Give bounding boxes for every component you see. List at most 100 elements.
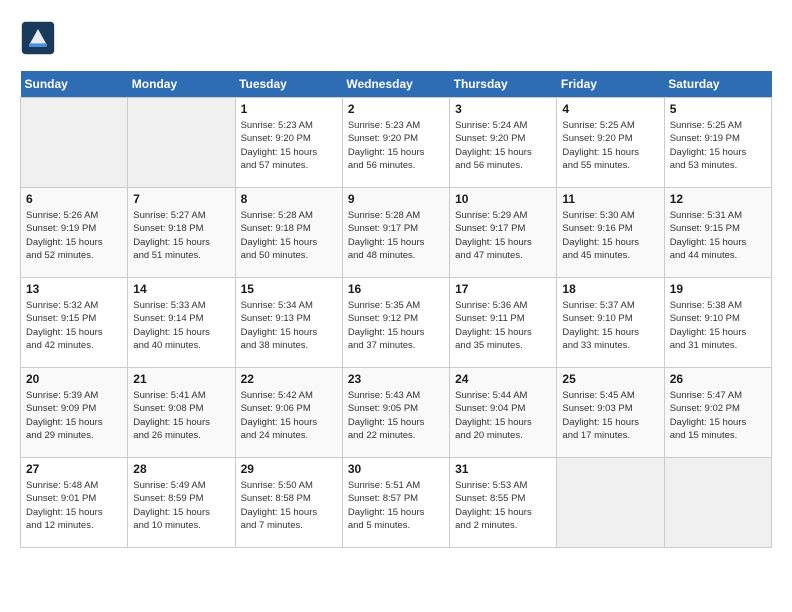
logo-icon xyxy=(20,20,56,56)
calendar-cell: 20 Sunrise: 5:39 AM Sunset: 9:09 PM Dayli… xyxy=(21,368,128,458)
day-number: 21 xyxy=(133,372,229,386)
day-info: Sunrise: 5:41 AM Sunset: 9:08 PM Dayligh… xyxy=(133,389,229,442)
day-info: Sunrise: 5:34 AM Sunset: 9:13 PM Dayligh… xyxy=(241,299,337,352)
calendar-cell: 8Sunrise: 5:28 AM Sunset: 9:18 PM Daylig… xyxy=(235,188,342,278)
day-number: 30 xyxy=(348,462,444,476)
calendar-cell: 23Sunrise: 5:43 AM Sunset: 9:05 PM Dayli… xyxy=(342,368,449,458)
day-info: Sunrise: 5:27 AM Sunset: 9:18 PM Dayligh… xyxy=(133,209,229,262)
weekday-monday: Monday xyxy=(128,71,235,98)
calendar-cell: 28Sunrise: 5:49 AM Sunset: 8:59 PM Dayli… xyxy=(128,458,235,548)
weekday-thursday: Thursday xyxy=(450,71,557,98)
day-number: 29 xyxy=(241,462,337,476)
day-number: 17 xyxy=(455,282,551,296)
day-info: Sunrise: 5:39 AM Sunset: 9:09 PM Dayligh… xyxy=(26,389,122,442)
calendar-cell: 10 Sunrise: 5:29 AM Sunset: 9:17 PM Dayli… xyxy=(450,188,557,278)
day-number: 26 xyxy=(670,372,766,386)
day-number: 13 xyxy=(26,282,122,296)
calendar-cell: 15Sunrise: 5:34 AM Sunset: 9:13 PM Dayli… xyxy=(235,278,342,368)
day-number: 10 xyxy=(455,192,551,206)
day-info: Sunrise: 5:28 AM Sunset: 9:17 PM Dayligh… xyxy=(348,209,444,262)
calendar-table: SundayMondayTuesdayWednesdayThursdayFrid… xyxy=(20,71,772,548)
calendar-cell: 24Sunrise: 5:44 AM Sunset: 9:04 PM Dayli… xyxy=(450,368,557,458)
calendar-cell: 18 Sunrise: 5:37 AM Sunset: 9:10 PM Dayli… xyxy=(557,278,664,368)
calendar-cell: 11 Sunrise: 5:30 AM Sunset: 9:16 PM Dayli… xyxy=(557,188,664,278)
calendar-cell: 29Sunrise: 5:50 AM Sunset: 8:58 PM Dayli… xyxy=(235,458,342,548)
day-info: Sunrise: 5:42 AM Sunset: 9:06 PM Dayligh… xyxy=(241,389,337,442)
calendar-cell: 19 Sunrise: 5:38 AM Sunset: 9:10 PM Dayli… xyxy=(664,278,771,368)
day-info: Sunrise: 5:45 AM Sunset: 9:03 PM Dayligh… xyxy=(562,389,658,442)
calendar-week-4: 20 Sunrise: 5:39 AM Sunset: 9:09 PM Dayli… xyxy=(21,368,772,458)
day-number: 19 xyxy=(670,282,766,296)
day-number: 20 xyxy=(26,372,122,386)
calendar-cell xyxy=(664,458,771,548)
day-number: 31 xyxy=(455,462,551,476)
calendar-cell: 2 Sunrise: 5:23 AM Sunset: 9:20 PM Daylig… xyxy=(342,98,449,188)
day-info: Sunrise: 5:53 AM Sunset: 8:55 PM Dayligh… xyxy=(455,479,551,532)
day-number: 9 xyxy=(348,192,444,206)
day-info: Sunrise: 5:49 AM Sunset: 8:59 PM Dayligh… xyxy=(133,479,229,532)
weekday-header-row: SundayMondayTuesdayWednesdayThursdayFrid… xyxy=(21,71,772,98)
day-number: 18 xyxy=(562,282,658,296)
logo xyxy=(20,20,62,56)
day-number: 12 xyxy=(670,192,766,206)
day-info: Sunrise: 5:43 AM Sunset: 9:05 PM Dayligh… xyxy=(348,389,444,442)
day-number: 22 xyxy=(241,372,337,386)
day-number: 25 xyxy=(562,372,658,386)
day-number: 3 xyxy=(455,102,551,116)
day-info: Sunrise: 5:29 AM Sunset: 9:17 PM Dayligh… xyxy=(455,209,551,262)
day-info: Sunrise: 5:51 AM Sunset: 8:57 PM Dayligh… xyxy=(348,479,444,532)
day-number: 16 xyxy=(348,282,444,296)
calendar-cell: 30 Sunrise: 5:51 AM Sunset: 8:57 PM Dayli… xyxy=(342,458,449,548)
day-number: 1 xyxy=(241,102,337,116)
calendar-cell: 17Sunrise: 5:36 AM Sunset: 9:11 PM Dayli… xyxy=(450,278,557,368)
calendar-cell xyxy=(128,98,235,188)
calendar-cell xyxy=(557,458,664,548)
calendar-header: SundayMondayTuesdayWednesdayThursdayFrid… xyxy=(21,71,772,98)
day-number: 24 xyxy=(455,372,551,386)
calendar-week-2: 6 Sunrise: 5:26 AM Sunset: 9:19 PM Daylig… xyxy=(21,188,772,278)
day-info: Sunrise: 5:37 AM Sunset: 9:10 PM Dayligh… xyxy=(562,299,658,352)
day-number: 4 xyxy=(562,102,658,116)
day-info: Sunrise: 5:23 AM Sunset: 9:20 PM Dayligh… xyxy=(348,119,444,172)
weekday-friday: Friday xyxy=(557,71,664,98)
day-info: Sunrise: 5:38 AM Sunset: 9:10 PM Dayligh… xyxy=(670,299,766,352)
day-info: Sunrise: 5:33 AM Sunset: 9:14 PM Dayligh… xyxy=(133,299,229,352)
calendar-cell: 21 Sunrise: 5:41 AM Sunset: 9:08 PM Dayli… xyxy=(128,368,235,458)
calendar-cell: 13 Sunrise: 5:32 AM Sunset: 9:15 PM Dayli… xyxy=(21,278,128,368)
day-info: Sunrise: 5:31 AM Sunset: 9:15 PM Dayligh… xyxy=(670,209,766,262)
calendar-week-5: 27 Sunrise: 5:48 AM Sunset: 9:01 PM Dayli… xyxy=(21,458,772,548)
day-info: Sunrise: 5:32 AM Sunset: 9:15 PM Dayligh… xyxy=(26,299,122,352)
calendar-cell: 31 Sunrise: 5:53 AM Sunset: 8:55 PM Dayli… xyxy=(450,458,557,548)
day-info: Sunrise: 5:28 AM Sunset: 9:18 PM Dayligh… xyxy=(241,209,337,262)
calendar-week-3: 13 Sunrise: 5:32 AM Sunset: 9:15 PM Dayli… xyxy=(21,278,772,368)
weekday-saturday: Saturday xyxy=(664,71,771,98)
day-info: Sunrise: 5:47 AM Sunset: 9:02 PM Dayligh… xyxy=(670,389,766,442)
day-number: 14 xyxy=(133,282,229,296)
calendar-cell: 27 Sunrise: 5:48 AM Sunset: 9:01 PM Dayli… xyxy=(21,458,128,548)
calendar-cell: 4 Sunrise: 5:25 AM Sunset: 9:20 PM Daylig… xyxy=(557,98,664,188)
day-number: 11 xyxy=(562,192,658,206)
day-number: 27 xyxy=(26,462,122,476)
day-info: Sunrise: 5:35 AM Sunset: 9:12 PM Dayligh… xyxy=(348,299,444,352)
calendar-week-1: 1 Sunrise: 5:23 AM Sunset: 9:20 PM Daylig… xyxy=(21,98,772,188)
day-number: 6 xyxy=(26,192,122,206)
day-info: Sunrise: 5:24 AM Sunset: 9:20 PM Dayligh… xyxy=(455,119,551,172)
calendar-cell: 16 Sunrise: 5:35 AM Sunset: 9:12 PM Dayli… xyxy=(342,278,449,368)
day-info: Sunrise: 5:23 AM Sunset: 9:20 PM Dayligh… xyxy=(241,119,337,172)
day-number: 7 xyxy=(133,192,229,206)
day-info: Sunrise: 5:30 AM Sunset: 9:16 PM Dayligh… xyxy=(562,209,658,262)
weekday-sunday: Sunday xyxy=(21,71,128,98)
calendar-cell: 14 Sunrise: 5:33 AM Sunset: 9:14 PM Dayli… xyxy=(128,278,235,368)
day-number: 2 xyxy=(348,102,444,116)
calendar-cell: 22 Sunrise: 5:42 AM Sunset: 9:06 PM Dayli… xyxy=(235,368,342,458)
day-info: Sunrise: 5:25 AM Sunset: 9:20 PM Dayligh… xyxy=(562,119,658,172)
day-info: Sunrise: 5:25 AM Sunset: 9:19 PM Dayligh… xyxy=(670,119,766,172)
calendar-cell: 9 Sunrise: 5:28 AM Sunset: 9:17 PM Daylig… xyxy=(342,188,449,278)
page-header xyxy=(20,20,772,56)
calendar-cell: 7 Sunrise: 5:27 AM Sunset: 9:18 PM Daylig… xyxy=(128,188,235,278)
day-number: 5 xyxy=(670,102,766,116)
day-info: Sunrise: 5:48 AM Sunset: 9:01 PM Dayligh… xyxy=(26,479,122,532)
calendar-cell: 5 Sunrise: 5:25 AM Sunset: 9:19 PM Daylig… xyxy=(664,98,771,188)
weekday-wednesday: Wednesday xyxy=(342,71,449,98)
day-info: Sunrise: 5:26 AM Sunset: 9:19 PM Dayligh… xyxy=(26,209,122,262)
